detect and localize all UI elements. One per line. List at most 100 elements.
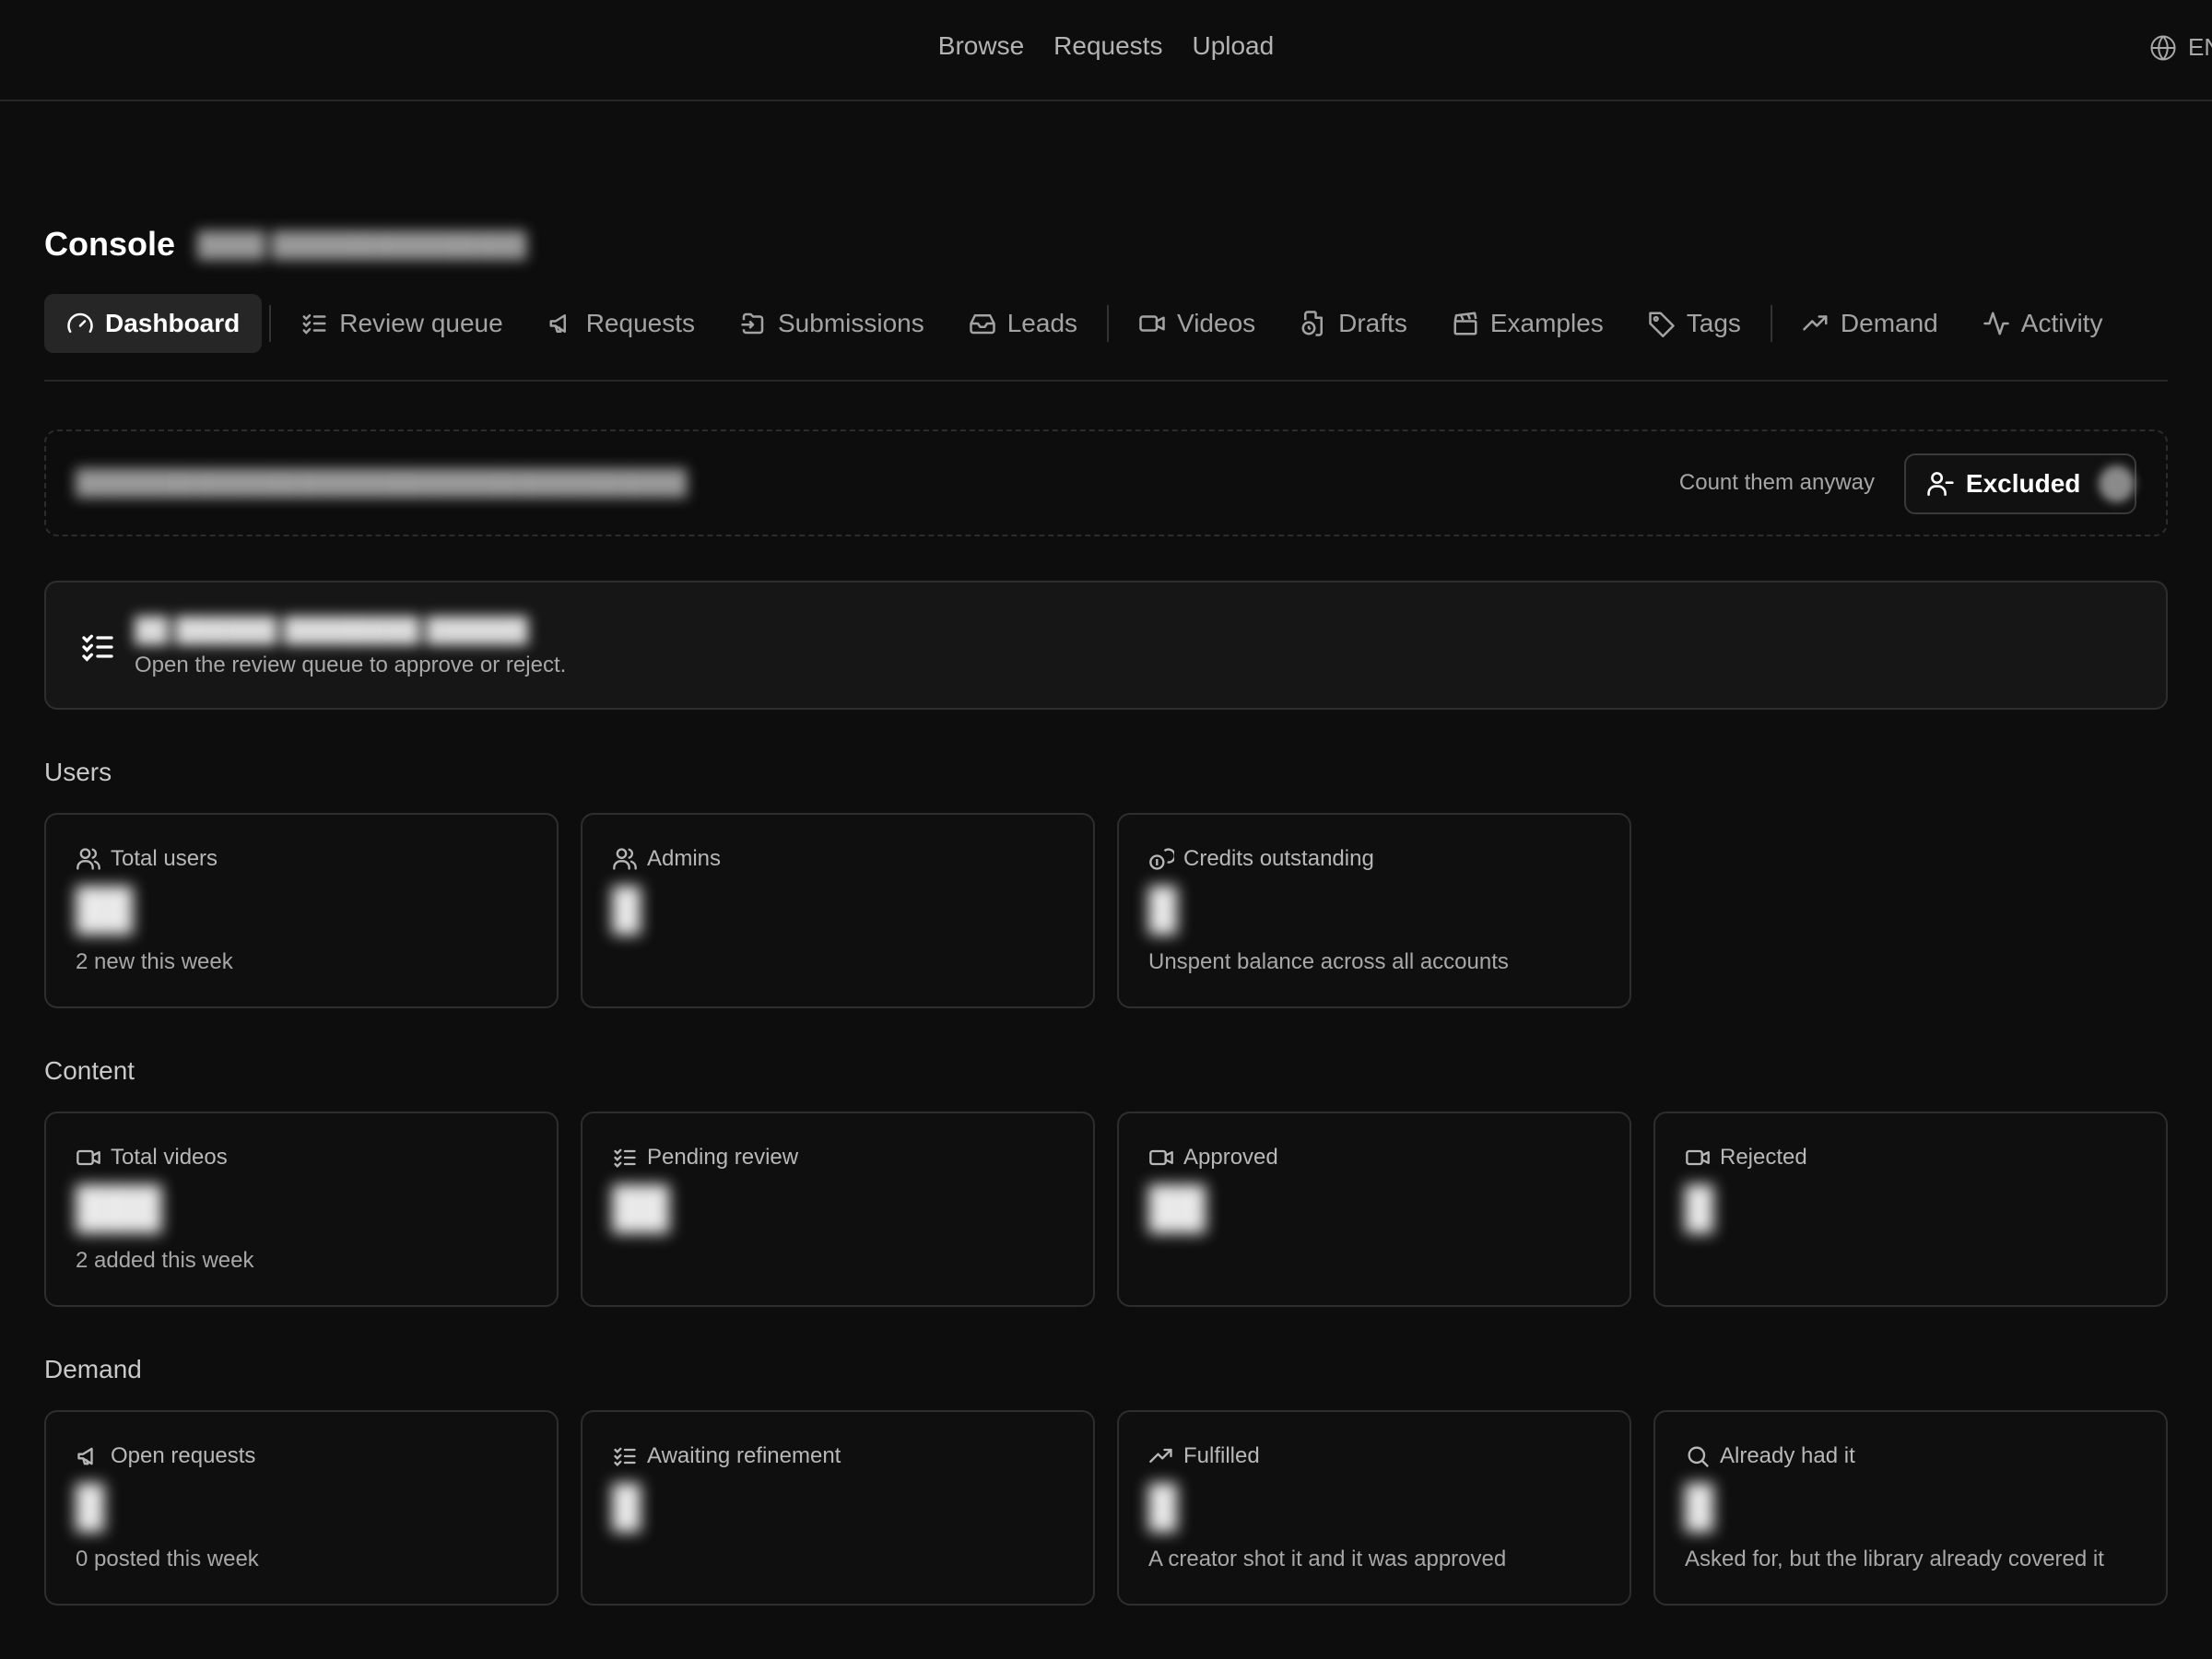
trending-up-icon <box>1149 1448 1172 1463</box>
list-checks-icon <box>82 634 113 662</box>
card-value-redacted: █ <box>612 887 641 932</box>
tab-dashboard[interactable]: Dashboard <box>44 294 263 353</box>
page-title: Console <box>44 225 176 263</box>
review-banner-subtitle: Open the review queue to approve or reje… <box>135 653 567 677</box>
trending-up-icon <box>1803 315 1828 331</box>
review-queue-banner[interactable]: ██ ██████ ████████ ██████ Open the revie… <box>44 581 2168 710</box>
card-note: A creator shot it and it was approved <box>1148 1547 1507 1571</box>
clapperboard-icon <box>1453 312 1477 335</box>
card-label: Total users <box>111 846 218 871</box>
megaphone-icon <box>549 314 566 333</box>
tab-label: Examples <box>1489 309 1604 337</box>
stat-card-pending-review: Pending review ██ <box>581 1112 1095 1307</box>
card-label: Rejected <box>1720 1145 1807 1170</box>
card-value-redacted: ██ <box>76 887 134 932</box>
card-value-redacted: ██ <box>612 1185 670 1230</box>
stat-card-already-had-it: Already had it █ Asked for, but the libr… <box>1653 1410 2168 1606</box>
card-value-redacted: █ <box>1148 1484 1178 1529</box>
section-content-label: Content <box>44 1056 135 1085</box>
page-header: Console ████ ███████████████ <box>44 225 526 264</box>
card-label: Total videos <box>111 1145 228 1170</box>
card-label: Approved <box>1183 1145 1278 1170</box>
card-value-redacted: █ <box>1148 887 1178 932</box>
tab-divider <box>1107 305 1110 342</box>
page-subtitle-redacted: ████ ███████████████ <box>197 229 527 258</box>
card-note: 2 added this week <box>76 1248 254 1273</box>
tab-leads[interactable]: Leads <box>947 294 1100 353</box>
card-value-redacted: █ <box>1685 1484 1714 1529</box>
card-note: 2 new this week <box>76 949 233 974</box>
tab-divider <box>269 305 272 342</box>
stat-card-total-users: Total users ██ 2 new this week <box>44 813 559 1008</box>
stat-card-rejected: Rejected █ <box>1653 1112 2168 1307</box>
card-value-redacted: █ <box>76 1484 105 1529</box>
exclusion-notice: ████████████████████████████████████ Cou… <box>44 429 2168 536</box>
stat-card-fulfilled: Fulfilled █ A creator shot it and it was… <box>1117 1410 1631 1606</box>
tab-label: Demand <box>1840 309 1938 337</box>
card-label: Credits outstanding <box>1183 846 1374 871</box>
section-demand-label: Demand <box>44 1355 142 1383</box>
tab-examples[interactable]: Examples <box>1430 294 1626 353</box>
card-value-redacted: █ <box>612 1484 641 1529</box>
tab-label: Drafts <box>1338 309 1407 337</box>
tab-label: Leads <box>1006 309 1078 337</box>
tab-videos[interactable]: Videos <box>1116 294 1277 353</box>
folder-input-icon <box>741 312 764 335</box>
exclusion-text-redacted: ████████████████████████████████████ <box>76 468 688 496</box>
card-label: Open requests <box>111 1443 256 1468</box>
card-label: Awaiting refinement <box>647 1443 841 1468</box>
stat-card-approved: Approved ██ <box>1117 1112 1631 1307</box>
nav-upload[interactable]: Upload <box>1192 31 1274 61</box>
card-note: Asked for, but the library already cover… <box>1685 1547 2104 1571</box>
tab-submissions[interactable]: Submissions <box>717 294 947 353</box>
top-bar: Browse Requests Upload EN <box>0 0 2212 101</box>
stat-card-credits-outstanding: Credits outstanding █ Unspent balance ac… <box>1117 813 1631 1008</box>
nav-requests[interactable]: Requests <box>1053 31 1162 61</box>
card-label: Fulfilled <box>1183 1443 1260 1468</box>
gauge-icon <box>67 312 93 333</box>
card-value-redacted: ██ <box>1148 1185 1206 1230</box>
top-nav: Browse Requests Upload <box>0 31 2212 61</box>
card-label: Admins <box>647 846 722 871</box>
count-anyway-label: Count them anyway <box>1678 470 1875 495</box>
card-value-redacted: ███ <box>76 1185 162 1230</box>
video-icon <box>1149 1149 1173 1166</box>
tab-label: Submissions <box>778 309 924 337</box>
tab-label: Activity <box>2020 309 2103 337</box>
tab-demand[interactable]: Demand <box>1780 294 1960 353</box>
card-note: 0 posted this week <box>76 1547 259 1571</box>
user-minus-icon <box>1927 472 1954 496</box>
excluded-label: Excluded <box>1965 469 2081 498</box>
users-icon <box>613 848 637 870</box>
section-users-label: Users <box>44 758 112 786</box>
tab-review-queue[interactable]: Review queue <box>278 294 524 353</box>
stat-card-awaiting-refinement: Awaiting refinement █ <box>581 1410 1095 1606</box>
excluded-toggle-button[interactable]: Excluded <box>1904 453 2136 514</box>
excluded-count-badge <box>2099 465 2135 502</box>
card-label: Pending review <box>647 1145 799 1170</box>
coins-icon <box>1149 848 1174 870</box>
stat-card-total-videos: Total videos ███ 2 added this week <box>44 1112 559 1307</box>
tab-label: Tags <box>1686 309 1741 337</box>
language-label: EN <box>2188 33 2212 61</box>
tab-drafts[interactable]: Drafts <box>1277 294 1430 353</box>
inbox-icon <box>969 314 995 335</box>
tab-label: Videos <box>1177 309 1256 337</box>
tab-tags[interactable]: Tags <box>1626 294 1763 353</box>
tab-label: Dashboard <box>105 309 241 337</box>
video-icon <box>76 1149 100 1166</box>
tab-activity[interactable]: Activity <box>1960 294 2125 353</box>
users-icon <box>76 848 100 870</box>
language-switcher[interactable]: EN <box>2149 33 2212 62</box>
stat-card-admins: Admins █ <box>581 813 1095 1008</box>
card-note: Unspent balance across all accounts <box>1148 949 1509 974</box>
nav-browse[interactable]: Browse <box>938 31 1024 61</box>
file-clock-icon <box>1301 311 1324 336</box>
tab-requests[interactable]: Requests <box>525 294 717 353</box>
list-checks-icon <box>614 1447 636 1466</box>
list-checks-icon <box>614 1148 636 1168</box>
megaphone-icon <box>77 1447 93 1465</box>
console-tabs: Dashboard Review queue Requests Submissi… <box>44 293 2168 382</box>
video-icon <box>1686 1149 1710 1166</box>
globe-icon <box>2149 34 2177 62</box>
